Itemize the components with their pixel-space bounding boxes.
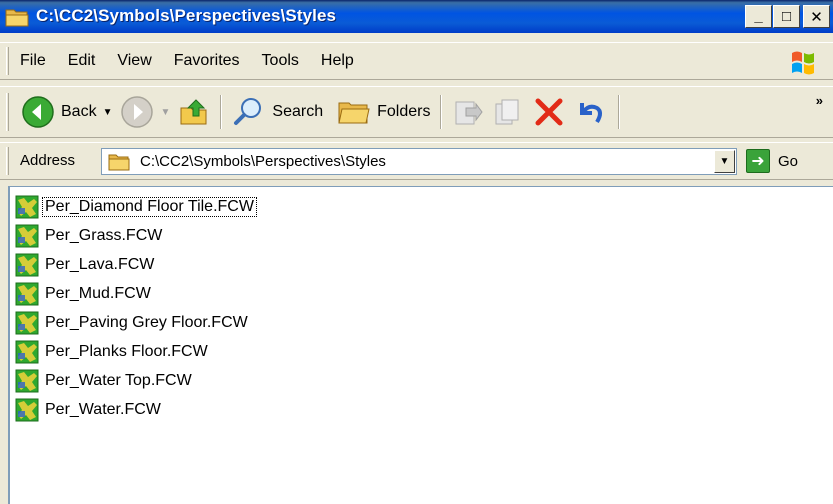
standard-toolbar: Back ▼ ▼ Search Folders » xyxy=(0,86,833,138)
address-input[interactable]: C:\CC2\Symbols\Perspectives\Styles ▼ xyxy=(101,148,737,175)
fcw-file-icon xyxy=(15,369,39,392)
file-name: Per_Water Top.FCW xyxy=(45,371,192,389)
menu-view[interactable]: View xyxy=(106,52,162,70)
maximize-icon: □ xyxy=(781,8,792,25)
toolbar-grip[interactable] xyxy=(6,93,9,131)
menu-help[interactable]: Help xyxy=(310,52,365,70)
go-arrow-icon: ➜ xyxy=(746,149,770,173)
undo-icon xyxy=(580,103,603,124)
list-item[interactable]: Per_Diamond Floor Tile.FCW xyxy=(14,192,257,221)
file-name: Per_Mud.FCW xyxy=(45,284,151,302)
forward-arrow-icon xyxy=(121,96,154,128)
file-name: Per_Lava.FCW xyxy=(45,255,155,273)
minimize-icon: _ xyxy=(754,8,763,25)
address-label: Address xyxy=(20,152,76,169)
file-list: Per_Diamond Floor Tile.FCW Per_Grass.FCW P… xyxy=(14,192,257,424)
toolbar-separator xyxy=(618,95,621,129)
up-folder-icon xyxy=(180,99,207,125)
move-to-button[interactable] xyxy=(448,90,488,134)
title-bar[interactable]: C:\CC2\Symbols\Perspectives\Styles _ □ ✕ xyxy=(0,0,833,33)
copy-to-icon xyxy=(495,99,519,125)
fcw-file-icon xyxy=(15,195,39,218)
minimize-button[interactable]: _ xyxy=(745,5,772,28)
toolbar-grip[interactable] xyxy=(6,147,9,175)
back-dropdown-icon[interactable]: ▼ xyxy=(103,107,113,118)
folders-label: Folders xyxy=(377,103,431,120)
folders-button[interactable]: Folders xyxy=(333,90,434,134)
windows-logo-icon xyxy=(792,51,814,75)
menu-edit[interactable]: Edit xyxy=(57,52,107,70)
file-name: Per_Water.FCW xyxy=(45,400,161,418)
menu-favorites[interactable]: Favorites xyxy=(163,52,251,70)
folder-icon xyxy=(108,154,130,171)
list-item[interactable]: Per_Mud.FCW xyxy=(14,279,256,308)
fcw-file-icon xyxy=(15,224,39,247)
folder-icon xyxy=(5,9,29,27)
forward-button[interactable]: ▼ xyxy=(116,90,174,134)
address-dropdown-button[interactable]: ▼ xyxy=(714,150,735,173)
undo-button[interactable] xyxy=(570,90,612,134)
menu-tools[interactable]: Tools xyxy=(251,52,310,70)
up-folder-button[interactable] xyxy=(174,90,214,134)
file-name: Per_Paving Grey Floor.FCW xyxy=(45,313,248,331)
toolbar-overflow-chevron[interactable]: » xyxy=(816,93,823,108)
list-item[interactable]: Per_Water Top.FCW xyxy=(14,366,256,395)
fcw-file-icon xyxy=(15,282,39,305)
list-item[interactable]: Per_Lava.FCW xyxy=(14,250,256,279)
search-icon xyxy=(234,98,262,125)
list-item[interactable]: Per_Planks Floor.FCW xyxy=(14,337,256,366)
file-name: Per_Grass.FCW xyxy=(45,226,163,244)
menu-bar: File Edit View Favorites Tools Help xyxy=(0,42,833,80)
move-to-icon xyxy=(455,101,484,125)
back-arrow-icon xyxy=(22,96,54,128)
file-name: Per_Planks Floor.FCW xyxy=(45,342,208,360)
delete-icon xyxy=(535,98,563,126)
list-item[interactable]: Per_Water.FCW xyxy=(14,395,256,424)
delete-button[interactable] xyxy=(528,90,570,134)
search-label: Search xyxy=(272,103,324,120)
forward-dropdown-icon[interactable]: ▼ xyxy=(160,107,170,118)
fcw-file-icon xyxy=(15,340,39,363)
back-label: Back xyxy=(61,103,97,120)
fcw-file-icon xyxy=(15,311,39,334)
search-button[interactable]: Search xyxy=(228,90,327,134)
list-item[interactable]: Per_Paving Grey Floor.FCW xyxy=(14,308,256,337)
back-button[interactable]: Back ▼ xyxy=(17,90,116,134)
fcw-file-icon xyxy=(15,253,39,276)
file-view[interactable]: Per_Diamond Floor Tile.FCW Per_Grass.FCW P… xyxy=(8,186,833,504)
address-value: C:\CC2\Symbols\Perspectives\Styles xyxy=(140,153,386,170)
folders-icon xyxy=(338,102,370,124)
close-icon: ✕ xyxy=(810,8,823,26)
fcw-file-icon xyxy=(15,398,39,421)
address-bar: Address C:\CC2\Symbols\Perspectives\Styl… xyxy=(0,142,833,180)
go-label: Go xyxy=(778,152,799,170)
menu-file[interactable]: File xyxy=(9,52,57,70)
toolbar-separator xyxy=(220,95,223,129)
close-button[interactable]: ✕ xyxy=(803,5,830,28)
window-title: C:\CC2\Symbols\Perspectives\Styles xyxy=(36,6,337,25)
file-name: Per_Diamond Floor Tile.FCW xyxy=(42,196,257,217)
toolbar-separator xyxy=(440,95,443,129)
go-button[interactable]: ➜ Go xyxy=(746,149,798,173)
maximize-button[interactable]: □ xyxy=(773,5,800,28)
list-item[interactable]: Per_Grass.FCW xyxy=(14,221,256,250)
chevron-down-icon: ▼ xyxy=(719,156,730,167)
copy-to-button[interactable] xyxy=(488,90,528,134)
